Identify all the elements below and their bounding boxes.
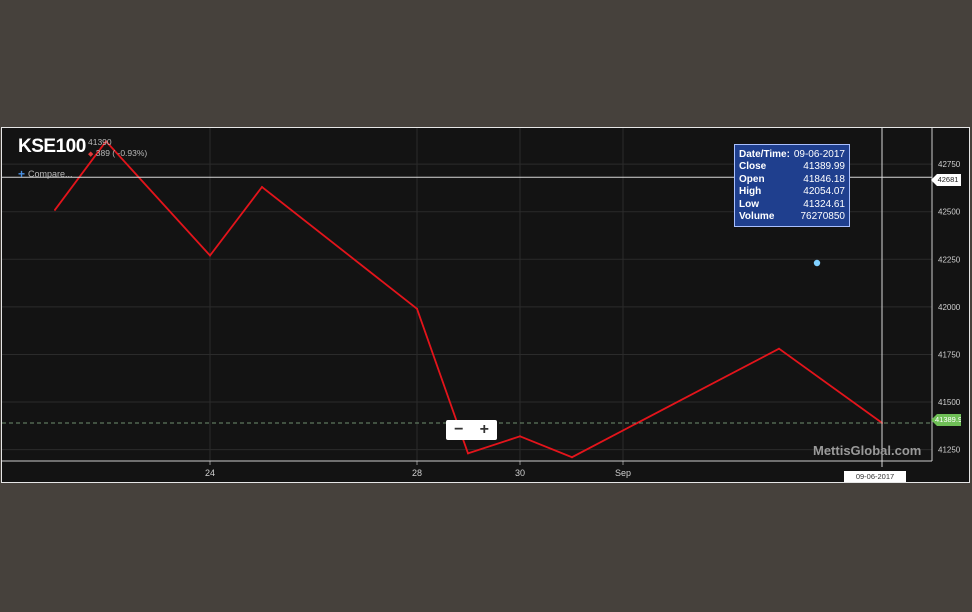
ticker-symbol: KSE100: [18, 136, 86, 157]
zoom-out-button[interactable]: −: [454, 422, 463, 438]
tooltip-row: High 42054.07: [739, 186, 845, 198]
data-point: [519, 435, 521, 438]
data-point: [261, 185, 263, 188]
plus-icon: +: [18, 166, 26, 181]
crosshair-date-label: 09-06-2017: [844, 471, 906, 482]
watermark: MettisGlobal.com: [813, 443, 922, 458]
y-tick-label: 41250: [938, 446, 961, 455]
y-tick-label: 41500: [938, 398, 961, 407]
crosshair-price-label: 42681: [931, 174, 961, 186]
data-point: [778, 347, 780, 350]
y-tick-label: 42000: [938, 303, 961, 312]
zoom-in-button[interactable]: +: [480, 422, 489, 438]
cursor-marker-icon: [813, 259, 821, 267]
zoom-controls: − +: [446, 420, 497, 440]
y-tick-label: 42250: [938, 255, 961, 264]
tooltip-row: Close 41389.99: [739, 161, 845, 173]
y-tick-label: 42750: [938, 160, 961, 169]
tooltip-row: Date/Time: 09-06-2017: [739, 149, 845, 160]
data-point: [571, 456, 573, 459]
data-point: [209, 254, 211, 257]
y-tick-label: 41750: [938, 350, 961, 359]
tooltip-row: Open 41846.18: [739, 173, 845, 185]
x-tick-label: Sep: [615, 468, 631, 478]
data-point: [54, 208, 56, 211]
last-price: 41390: [88, 137, 112, 147]
data-tooltip: Date/Time: 09-06-2017 Close 41389.99 Open 4…: [734, 144, 850, 227]
compare-label: Compare...: [28, 169, 73, 179]
x-tick-label: 24: [205, 468, 215, 478]
last-price-label: 41389.99: [931, 414, 961, 426]
data-point: [467, 452, 469, 455]
down-arrow-icon: ◆: [88, 151, 94, 158]
data-point: [416, 307, 418, 310]
quote-box: 41390 ◆ 389 ( -0.93%): [88, 137, 147, 160]
chart-panel[interactable]: 41250 41500 41750 42000 42250 42500 42750 24 28 3…: [1, 127, 970, 483]
y-tick-label: 42500: [938, 208, 961, 217]
x-tick-label: 30: [515, 468, 525, 478]
compare-button[interactable]: + Compare...: [18, 166, 73, 181]
tooltip-row: Low 41324.61: [739, 198, 845, 210]
change-text: 389 ( -0.93%): [95, 148, 148, 158]
tooltip-row: Volume 76270850: [739, 211, 845, 223]
x-tick-label: 28: [412, 468, 422, 478]
price-change: ◆ 389 ( -0.93%): [88, 148, 147, 160]
